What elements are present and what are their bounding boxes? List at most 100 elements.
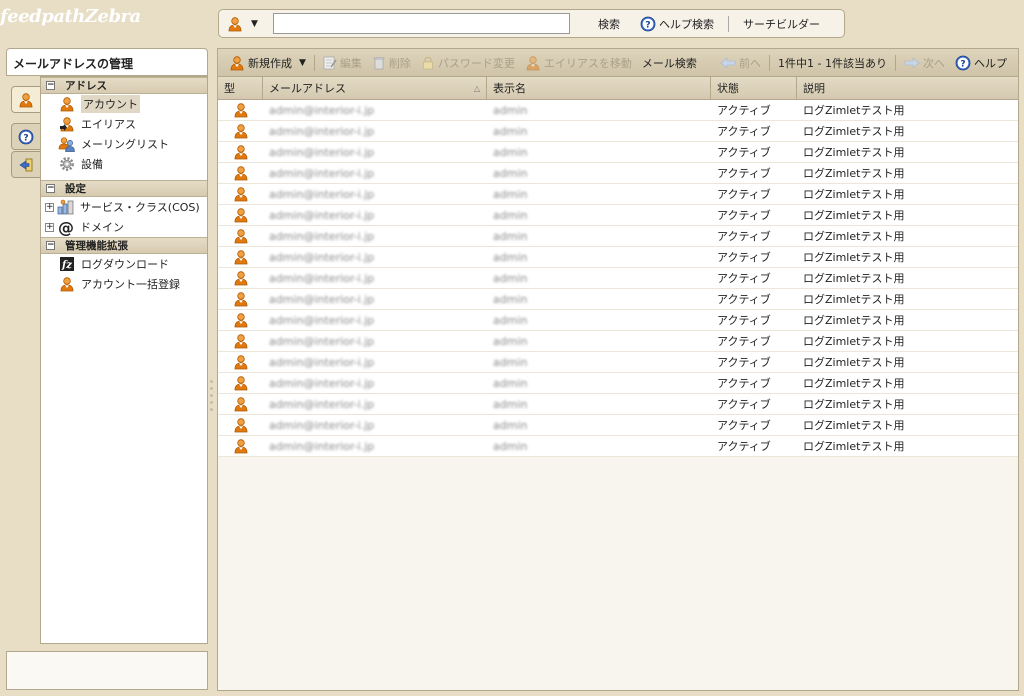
- display-name-cell: admin: [493, 208, 528, 222]
- table-row[interactable]: admin@interior-i.jp admin アクティブ ログZimletテスト…: [218, 268, 1018, 289]
- user-icon: [233, 333, 249, 349]
- tree-item-log-download[interactable]: fz ログダウンロード: [41, 254, 207, 274]
- tree-section-label: 管理機能拡張: [65, 240, 128, 252]
- table-row[interactable]: admin@interior-i.jp admin アクティブ ログZimletテスト…: [218, 415, 1018, 436]
- status-cell: アクティブ: [717, 251, 771, 264]
- description-cell: ログZimletテスト用: [803, 314, 905, 327]
- column-header-email[interactable]: メールアドレス △: [263, 77, 487, 99]
- table-row[interactable]: admin@interior-i.jp admin アクティブ ログZimletテスト…: [218, 310, 1018, 331]
- status-cell: アクティブ: [717, 272, 771, 285]
- row-type-cell: [218, 394, 263, 414]
- table-row[interactable]: admin@interior-i.jp admin アクティブ ログZimletテスト…: [218, 436, 1018, 457]
- table-row[interactable]: admin@interior-i.jp admin アクティブ ログZimletテスト…: [218, 142, 1018, 163]
- table-row[interactable]: admin@interior-i.jp admin アクティブ ログZimletテスト…: [218, 331, 1018, 352]
- move-alias-icon: [525, 55, 541, 71]
- collapse-icon[interactable]: −: [46, 184, 55, 193]
- resize-handle[interactable]: [210, 380, 214, 416]
- search-builder-button[interactable]: サーチビルダー: [733, 16, 830, 32]
- help-search-button[interactable]: ヘルプ検索: [630, 16, 724, 32]
- email-cell: admin@interior-i.jp: [269, 439, 375, 453]
- table-row[interactable]: admin@interior-i.jp admin アクティブ ログZimletテスト…: [218, 121, 1018, 142]
- move-alias-button[interactable]: エイリアスを移動: [520, 55, 637, 71]
- tree-section-settings[interactable]: − 設定: [41, 180, 207, 197]
- status-cell: アクティブ: [717, 377, 771, 390]
- tree-item-aliases[interactable]: エイリアス: [41, 114, 207, 134]
- previous-page-label: 前へ: [739, 56, 762, 70]
- display-name-cell: admin: [493, 103, 528, 117]
- collapse-icon[interactable]: −: [46, 81, 55, 90]
- expand-icon[interactable]: +: [45, 222, 54, 232]
- tree-item-bulk-account-registration[interactable]: アカウント一括登録: [41, 274, 207, 294]
- display-name-cell: admin: [493, 166, 528, 180]
- next-page-button[interactable]: 次へ: [899, 55, 950, 71]
- tree-section-addresses[interactable]: − アドレス: [41, 77, 207, 94]
- tab-help[interactable]: [11, 123, 41, 150]
- new-button[interactable]: 新規作成 ▼: [224, 55, 311, 71]
- arrow-right-icon: [904, 56, 920, 69]
- zimlet-icon: fz: [60, 257, 74, 271]
- email-cell: admin@interior-i.jp: [269, 418, 375, 432]
- table-row[interactable]: admin@interior-i.jp admin アクティブ ログZimletテスト…: [218, 289, 1018, 310]
- description-cell: ログZimletテスト用: [803, 209, 905, 222]
- help-button[interactable]: ヘルプ: [950, 55, 1012, 71]
- expand-icon[interactable]: +: [45, 202, 54, 212]
- tree-item-cos[interactable]: + サービス・クラス(COS): [41, 197, 207, 217]
- column-header-description[interactable]: 説明: [797, 77, 1018, 99]
- toolbar: 新規作成 ▼ 編集 削除 パスワード変更 エイリアスを移動 メール検索 前へ 1…: [218, 49, 1018, 77]
- tab-logout[interactable]: [11, 151, 41, 178]
- table-row[interactable]: admin@interior-i.jp admin アクティブ ログZimletテスト…: [218, 373, 1018, 394]
- row-type-cell: [218, 226, 263, 246]
- column-header-status[interactable]: 状態: [711, 77, 797, 99]
- delete-button[interactable]: 削除: [367, 55, 416, 71]
- tree-item-resources[interactable]: 設備: [41, 154, 207, 174]
- description-cell: ログZimletテスト用: [803, 104, 905, 117]
- table-row[interactable]: admin@interior-i.jp admin アクティブ ログZimletテスト…: [218, 205, 1018, 226]
- user-icon: [233, 249, 249, 265]
- account-list: admin@interior-i.jp admin アクティブ ログZimletテスト…: [218, 100, 1018, 457]
- tree-section-admin-extensions[interactable]: − 管理機能拡張: [41, 237, 207, 254]
- logout-icon: [19, 158, 33, 171]
- column-header-type[interactable]: 型: [218, 77, 263, 99]
- tree-item-accounts[interactable]: アカウント: [41, 94, 207, 114]
- user-icon: [233, 270, 249, 286]
- user-icon: [227, 16, 243, 32]
- description-cell: ログZimletテスト用: [803, 293, 905, 306]
- column-header-display-name[interactable]: 表示名: [487, 77, 711, 99]
- table-row[interactable]: admin@interior-i.jp admin アクティブ ログZimletテスト…: [218, 394, 1018, 415]
- edit-button[interactable]: 編集: [318, 55, 367, 71]
- display-name-cell: admin: [493, 124, 528, 138]
- status-cell: アクティブ: [717, 314, 771, 327]
- email-cell: admin@interior-i.jp: [269, 313, 375, 327]
- tab-addresses[interactable]: [11, 86, 41, 113]
- email-cell: admin@interior-i.jp: [269, 166, 375, 180]
- chevron-down-icon[interactable]: ▼: [299, 58, 306, 68]
- user-icon: [233, 144, 249, 160]
- description-cell: ログZimletテスト用: [803, 377, 905, 390]
- tree-item-label: サービス・クラス(COS): [80, 201, 200, 214]
- move-alias-label: エイリアスを移動: [543, 56, 632, 70]
- change-password-button[interactable]: パスワード変更: [416, 55, 520, 71]
- table-row[interactable]: admin@interior-i.jp admin アクティブ ログZimletテスト…: [218, 184, 1018, 205]
- new-button-label: 新規作成: [248, 56, 292, 70]
- collapse-icon[interactable]: −: [46, 241, 55, 250]
- description-cell: ログZimletテスト用: [803, 398, 905, 411]
- search-button[interactable]: 検索: [588, 16, 630, 32]
- previous-page-button[interactable]: 前へ: [715, 55, 766, 71]
- gear-icon: [60, 157, 74, 171]
- table-row[interactable]: admin@interior-i.jp admin アクティブ ログZimletテスト…: [218, 100, 1018, 121]
- tree-item-label: メーリングリスト: [81, 138, 169, 151]
- tree-item-domains[interactable]: + @ ドメイン: [41, 217, 207, 237]
- table-row[interactable]: admin@interior-i.jp admin アクティブ ログZimletテスト…: [218, 163, 1018, 184]
- description-cell: ログZimletテスト用: [803, 125, 905, 138]
- search-input[interactable]: [273, 13, 570, 34]
- search-type-dropdown[interactable]: ▼: [227, 16, 273, 32]
- tree-item-mailing-lists[interactable]: メーリングリスト: [41, 134, 207, 154]
- table-row[interactable]: admin@interior-i.jp admin アクティブ ログZimletテスト…: [218, 226, 1018, 247]
- column-header-label: 型: [224, 82, 235, 95]
- status-cell: アクティブ: [717, 104, 771, 117]
- row-type-cell: [218, 121, 263, 141]
- mail-search-button[interactable]: メール検索: [637, 55, 702, 71]
- help-search-label: ヘルプ検索: [659, 17, 714, 31]
- table-row[interactable]: admin@interior-i.jp admin アクティブ ログZimletテスト…: [218, 352, 1018, 373]
- table-row[interactable]: admin@interior-i.jp admin アクティブ ログZimletテスト…: [218, 247, 1018, 268]
